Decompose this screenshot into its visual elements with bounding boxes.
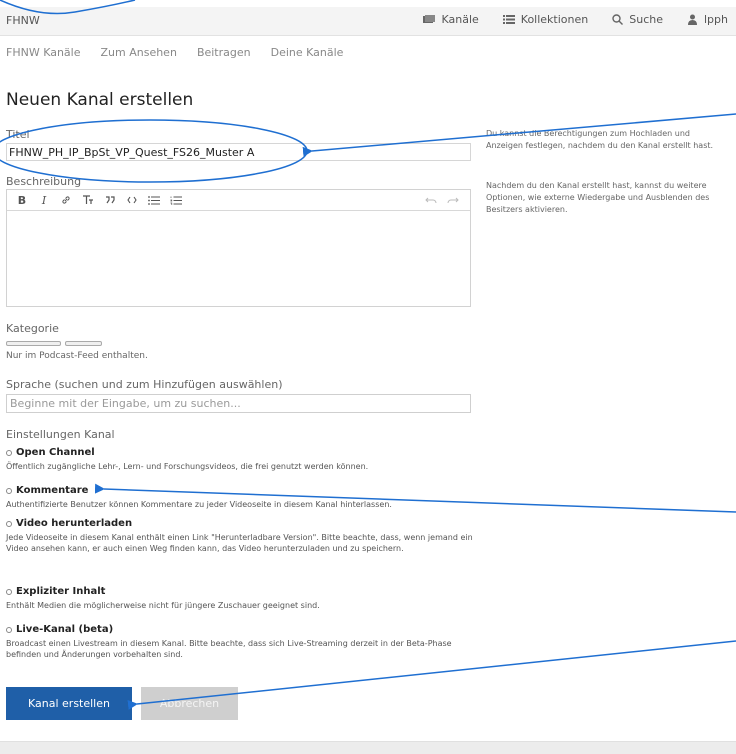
radio-icon [6,520,12,527]
nav-user-label: lpph [704,13,728,26]
code-icon[interactable] [121,190,143,210]
subnav-my-channels[interactable]: Deine Kanäle [271,46,344,59]
nav-search[interactable]: Suche [612,13,663,26]
option-live[interactable]: Live-Kanal (beta) [6,624,113,635]
option-download-title: Video herunterladen [16,518,133,529]
title-label: Titel [6,128,30,141]
numbered-list-icon[interactable] [165,190,187,210]
option-explicit-desc: Enthält Medien die möglicherweise nicht … [6,601,320,610]
heading-icon[interactable] [77,190,99,210]
bold-icon[interactable]: B [11,190,33,210]
language-input[interactable] [6,394,471,413]
category-hint: Nur im Podcast-Feed enthalten. [6,351,148,361]
radio-icon [6,588,12,595]
history-controls [420,190,464,210]
subnav-watch[interactable]: Zum Ansehen [101,46,177,59]
nav-collections-label: Kollektionen [520,13,589,26]
language-label: Sprache (suchen und zum Hinzufügen auswä… [6,378,283,391]
option-live-desc: Broadcast einen Livestream in diesem Kan… [6,639,452,659]
subnav-fhnw-channels[interactable]: FHNW Kanäle [6,46,81,59]
bullet-list-icon[interactable] [143,190,165,210]
nav-channels-label: Kanäle [441,13,479,26]
option-live-title: Live-Kanal (beta) [16,624,114,635]
category-label: Kategorie [6,322,59,335]
settings-label: Einstellungen Kanal [6,428,115,441]
brand-logo[interactable]: FHNW [6,14,40,27]
link-icon[interactable] [55,190,77,210]
subnav-contribute[interactable]: Beitragen [197,46,251,59]
italic-icon[interactable]: I [33,190,55,210]
option-comments-desc: Authentifizierte Benutzer können Komment… [6,500,392,509]
footer [0,741,736,754]
top-nav: Kanäle Kollektionen Suche lpph [399,13,728,26]
page-title: Neuen Kanal erstellen [6,90,194,110]
sub-nav: FHNW Kanäle Zum Ansehen Beitragen Deine … [6,46,363,59]
description-textarea[interactable] [7,211,470,306]
sidebar-note-options: Nachdem du den Kanal erstellt hast, kann… [486,181,710,214]
editor-toolbar: B I [7,190,470,211]
category-select[interactable] [6,341,61,346]
nav-user[interactable]: lpph [687,13,728,26]
description-label: Beschreibung [6,175,82,188]
search-icon [612,14,624,25]
option-open-channel[interactable]: Open Channel [6,447,95,458]
top-bar: FHNW Kanäle Kollektionen Suche lpph [0,7,736,36]
option-comments-title: Kommentare [16,485,89,496]
option-explicit[interactable]: Expliziter Inhalt [6,586,105,597]
list-icon [502,15,515,24]
option-open-channel-desc: Öffentlich zugängliche Lehr-, Lern- und … [6,462,369,471]
nav-collections[interactable]: Kollektionen [502,13,589,26]
sidebar-note-permissions: Du kannst die Berechtigungen zum Hochlad… [486,129,714,150]
option-open-channel-title: Open Channel [16,447,95,458]
nav-search-label: Suche [629,13,663,26]
title-input[interactable] [6,143,471,161]
subcategory-select[interactable] [65,341,102,346]
channels-icon [423,15,436,23]
option-comments[interactable]: Kommentare [6,485,88,496]
create-channel-button[interactable]: Kanal erstellen [6,687,132,720]
quote-icon[interactable] [99,190,121,210]
option-explicit-title: Expliziter Inhalt [16,586,106,597]
nav-channels[interactable]: Kanäle [423,13,479,26]
redo-icon[interactable] [442,190,464,210]
cancel-button[interactable]: Abbrechen [141,687,238,720]
radio-icon [6,487,12,494]
option-download[interactable]: Video herunterladen [6,518,132,529]
description-editor: B I [6,189,471,307]
radio-icon [6,626,12,633]
option-download-desc: Jede Videoseite in diesem Kanal enthält … [6,533,473,553]
user-icon [688,14,697,25]
undo-icon[interactable] [420,190,442,210]
radio-icon [6,449,12,456]
